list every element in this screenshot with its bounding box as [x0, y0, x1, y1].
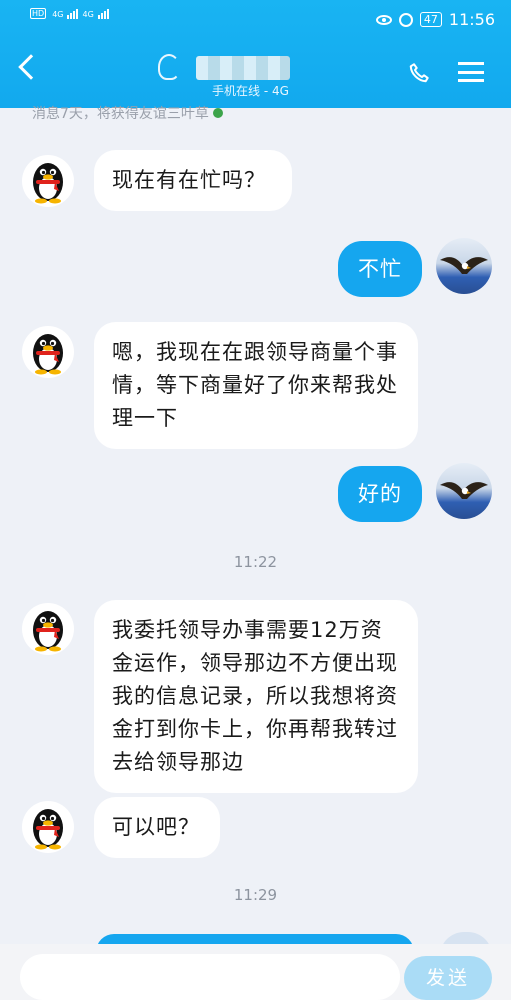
- avatar[interactable]: [436, 238, 492, 294]
- signal-bars-icon-2: [97, 9, 109, 19]
- avatar[interactable]: [22, 801, 74, 853]
- avatar[interactable]: [22, 603, 74, 655]
- send-button[interactable]: 发送: [404, 956, 492, 1000]
- message-input[interactable]: [20, 954, 400, 1000]
- chat-header: 手机在线 - 4G: [0, 40, 511, 108]
- avatar[interactable]: [22, 155, 74, 207]
- avatar[interactable]: [436, 463, 492, 519]
- ear-icon[interactable]: [158, 54, 180, 80]
- menu-icon[interactable]: [458, 62, 484, 82]
- alarm-icon: [398, 12, 413, 27]
- signal-type: 4G: [52, 10, 64, 19]
- signal-bars-icon: [67, 9, 79, 19]
- timestamp: 11:29: [233, 886, 278, 904]
- status-time: 11:56: [448, 10, 495, 29]
- eye-icon: [375, 14, 392, 25]
- timestamp: 11:22: [233, 553, 278, 571]
- message-bubble-outgoing[interactable]: 不忙: [338, 241, 422, 297]
- status-bar: HD 4G 4G 47 11:56: [0, 0, 511, 36]
- hd-badge: HD: [30, 8, 47, 19]
- penguin-icon: [33, 163, 63, 204]
- clover-icon: [212, 108, 223, 118]
- online-status: 手机在线 - 4G: [212, 84, 289, 98]
- contact-name-redacted: [196, 56, 290, 80]
- message-bubble-incoming[interactable]: 嗯，我现在在跟领导商量个事情，等下商量好了你来帮我处理一下: [94, 322, 418, 449]
- message-bubble-incoming[interactable]: 可以吧？: [94, 797, 220, 858]
- back-arrow-icon[interactable]: [18, 54, 44, 80]
- friendship-hint: 消息7天，将获得友谊三叶草: [32, 103, 223, 123]
- status-right: 47 11:56: [375, 10, 495, 29]
- message-bubble-outgoing[interactable]: 好的: [338, 466, 422, 522]
- phone-icon[interactable]: [408, 62, 430, 84]
- signal-type-2: 4G: [82, 10, 94, 19]
- message-bubble-incoming[interactable]: 我委托领导办事需要12万资金运作，领导那边不方便出现我的信息记录，所以我想将资金…: [94, 600, 418, 793]
- top-bar: HD 4G 4G 47 11:56 手机在线 - 4G: [0, 0, 511, 108]
- avatar[interactable]: [22, 326, 74, 378]
- penguin-icon: [33, 611, 63, 652]
- network-indicators: HD 4G 4G: [30, 8, 109, 19]
- friendship-hint-text: 消息7天，将获得友谊三叶草: [32, 106, 209, 122]
- input-bar: 发送: [0, 944, 511, 1000]
- battery-indicator: 47: [419, 12, 442, 27]
- eagle-icon: [440, 257, 488, 274]
- message-bubble-incoming[interactable]: 现在有在忙吗？: [94, 150, 292, 211]
- penguin-icon: [33, 809, 63, 850]
- penguin-icon: [33, 334, 63, 375]
- eagle-icon: [440, 482, 488, 499]
